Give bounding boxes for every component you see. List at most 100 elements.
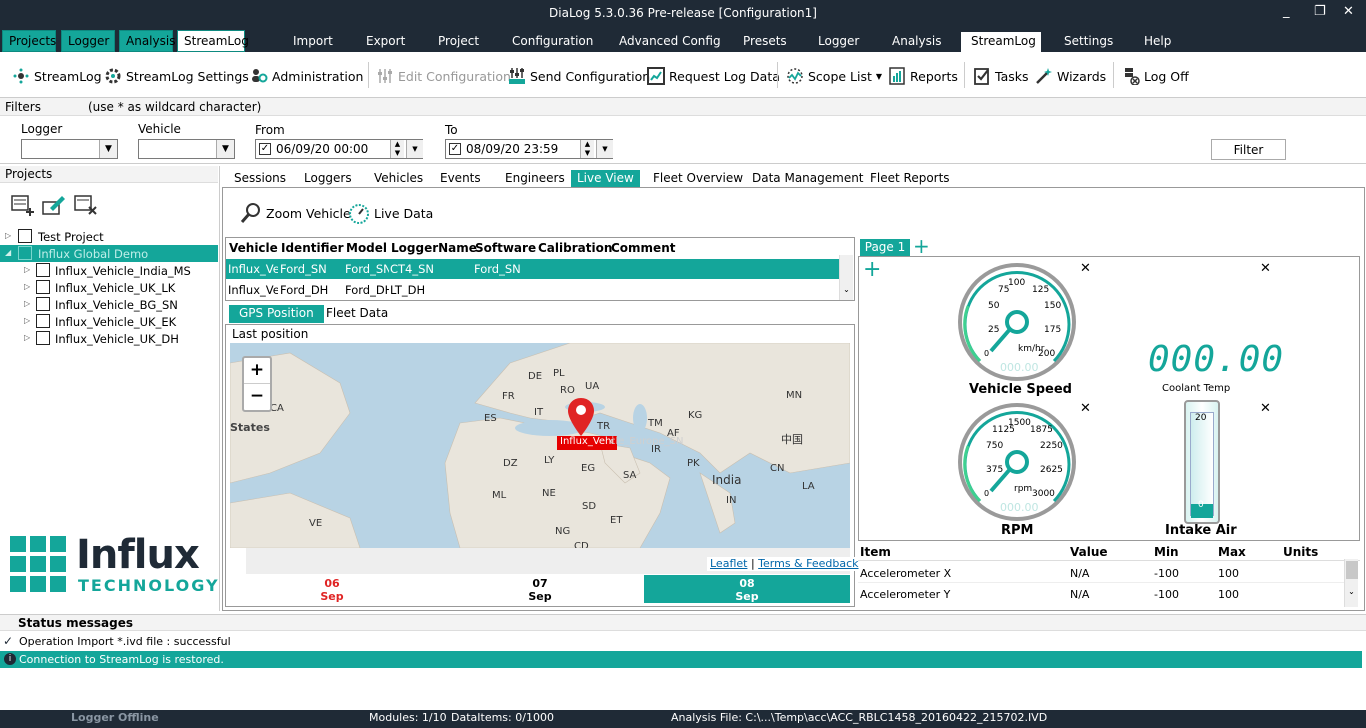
col-min[interactable]: Min	[1154, 545, 1179, 559]
date-button-07[interactable]: 07 Sep	[436, 575, 644, 603]
col-units[interactable]: Units	[1283, 545, 1318, 559]
edit-project-icon[interactable]	[42, 194, 66, 216]
maximize-button[interactable]: ❐	[1314, 4, 1326, 19]
quick-tab-streamlog[interactable]: StreamLog	[177, 30, 249, 52]
tab-fleet-data[interactable]: Fleet Data	[316, 305, 398, 323]
menu-tab-settings[interactable]: Settings	[1054, 32, 1123, 52]
streamlog-button[interactable]: StreamLog	[12, 66, 102, 86]
tree-vehicle-bg-sn[interactable]: ▷ Influx_Vehicle_BG_SN	[0, 296, 218, 313]
scrollbar-thumb[interactable]	[1346, 561, 1358, 579]
to-spinner[interactable]: ▲ ▼	[580, 140, 594, 158]
quick-tab-analysis[interactable]: Analysis	[119, 30, 175, 52]
scope-list-button[interactable]: Scope List ▼	[786, 66, 882, 86]
tasks-button[interactable]: Tasks	[973, 66, 1029, 86]
close-gauge-icon[interactable]: ✕	[1260, 401, 1271, 416]
from-date-picker[interactable]: ✓ 06/09/20 00:00 ▲ ▼ ▼	[255, 139, 423, 159]
to-date-picker[interactable]: ✓ 08/09/20 23:59 ▲ ▼ ▼	[445, 139, 613, 159]
tab-engineers[interactable]: Engineers	[499, 170, 571, 187]
expand-triangle-icon[interactable]: ▷	[24, 299, 30, 308]
quick-tab-projects[interactable]: Projects	[2, 30, 56, 52]
col-loggername[interactable]: LoggerName	[391, 238, 477, 259]
tab-events[interactable]: Events	[434, 170, 487, 187]
streamlog-settings-button[interactable]: StreamLog Settings	[104, 66, 249, 86]
collapse-triangle-icon[interactable]: ◢	[5, 248, 11, 257]
col-item[interactable]: Item	[860, 545, 891, 559]
to-enable-checkbox[interactable]: ✓	[449, 143, 461, 155]
menu-tab-export[interactable]: Export	[356, 32, 415, 52]
from-spinner[interactable]: ▲ ▼	[390, 140, 404, 158]
tab-fleet-overview[interactable]: Fleet Overview	[647, 170, 749, 187]
map-marker-icon[interactable]	[568, 398, 594, 436]
close-gauge-icon[interactable]: ✕	[1080, 261, 1091, 276]
reports-button[interactable]: Reports	[888, 66, 958, 86]
items-scrollbar[interactable]: ⌄	[1344, 559, 1358, 607]
menu-tab-configuration[interactable]: Configuration	[502, 32, 603, 52]
tree-vehicle-uk-ek[interactable]: ▷ Influx_Vehicle_UK_EK	[0, 313, 218, 330]
tree-vehicle-uk-lk[interactable]: ▷ Influx_Vehicle_UK_LK	[0, 279, 218, 296]
add-gauge-icon[interactable]: +	[863, 257, 881, 282]
new-project-icon[interactable]	[11, 194, 35, 216]
tab-vehicles[interactable]: Vehicles	[368, 170, 429, 187]
col-identifier[interactable]: Identifier	[281, 238, 344, 259]
tab-page-1[interactable]: Page 1	[860, 239, 910, 256]
tree-vehicle-uk-dh[interactable]: ▷ Influx_Vehicle_UK_DH	[0, 330, 218, 347]
administration-button[interactable]: Administration	[250, 66, 363, 86]
send-configuration-button[interactable]: Send Configuration	[508, 66, 650, 86]
date-button-06[interactable]: 06 Sep	[228, 575, 436, 603]
edit-configuration-button[interactable]: Edit Configuration	[376, 66, 511, 86]
tab-loggers[interactable]: Loggers	[298, 170, 358, 187]
tree-project-influx-global-demo[interactable]: ◢ Influx Global Demo	[0, 245, 218, 262]
expand-triangle-icon[interactable]: ▷	[24, 333, 30, 342]
filter-button[interactable]: Filter	[1211, 139, 1286, 160]
request-log-data-button[interactable]: Request Log Data	[647, 66, 780, 86]
close-gauge-icon[interactable]: ✕	[1080, 401, 1091, 416]
zoom-vehicle-button[interactable]: Zoom Vehicle	[240, 203, 351, 223]
minimize-button[interactable]: _	[1283, 4, 1290, 19]
terms-link[interactable]: Terms & Feedback	[758, 557, 858, 570]
chevron-down-icon[interactable]: ▼	[596, 140, 613, 158]
menu-tab-import[interactable]: Import	[283, 32, 343, 52]
expand-triangle-icon[interactable]: ▷	[24, 282, 30, 291]
tab-live-view[interactable]: Live View	[571, 170, 640, 187]
table-row[interactable]: Accelerometer Y N/A -100 100	[858, 584, 1344, 604]
expand-triangle-icon[interactable]: ▷	[24, 316, 30, 325]
col-max[interactable]: Max	[1218, 545, 1246, 559]
col-comment[interactable]: Comment	[611, 238, 675, 259]
tab-sessions[interactable]: Sessions	[228, 170, 292, 187]
col-model[interactable]: Model	[346, 238, 387, 259]
tab-gps-position[interactable]: GPS Position	[229, 305, 324, 323]
logger-filter-dropdown[interactable]: ▼	[21, 139, 118, 159]
table-row[interactable]: Accelerometer X N/A -100 100	[858, 563, 1344, 583]
map-view[interactable]: States FR DE PL UA ES IT TR MN DZ LY EG …	[230, 343, 850, 548]
col-software[interactable]: Software	[475, 238, 536, 259]
table-row[interactable]: Influx_Ve Ford_DH Ford_DH LT_DH	[226, 280, 839, 300]
chevron-down-icon[interactable]: ⌄	[1345, 587, 1358, 596]
col-value[interactable]: Value	[1070, 545, 1108, 559]
menu-tab-advanced-config[interactable]: Advanced Config	[609, 32, 731, 52]
quick-tab-logger[interactable]: Logger	[61, 30, 115, 52]
tree-project-test[interactable]: ▷ Test Project	[0, 228, 218, 245]
menu-tab-streamlog[interactable]: StreamLog	[961, 32, 1041, 52]
menu-tab-presets[interactable]: Presets	[733, 32, 797, 52]
log-off-button[interactable]: Log Off	[1122, 66, 1189, 86]
close-window-button[interactable]: ✕	[1343, 4, 1354, 19]
chevron-down-icon[interactable]: ▼	[406, 140, 423, 158]
expand-triangle-icon[interactable]: ▷	[5, 231, 11, 240]
tab-fleet-reports[interactable]: Fleet Reports	[864, 170, 956, 187]
wizards-button[interactable]: Wizards	[1035, 66, 1106, 86]
zoom-out-button[interactable]: −	[244, 384, 270, 410]
col-calibration[interactable]: Calibration	[538, 238, 612, 259]
tab-data-management[interactable]: Data Management	[746, 170, 870, 187]
menu-tab-project[interactable]: Project	[428, 32, 489, 52]
expand-triangle-icon[interactable]: ▷	[24, 265, 30, 274]
delete-project-icon[interactable]	[74, 194, 98, 216]
from-enable-checkbox[interactable]: ✓	[259, 143, 271, 155]
vehicle-filter-dropdown[interactable]: ▼	[138, 139, 235, 159]
menu-tab-analysis[interactable]: Analysis	[882, 32, 951, 52]
table-row[interactable]: Influx_Ve Ford_SN Ford_SN CT4_SN Ford_SN	[226, 259, 839, 279]
vehicles-scrollbar[interactable]: ⌄	[839, 255, 853, 300]
chevron-down-icon[interactable]: ⌄	[840, 285, 853, 294]
menu-tab-logger[interactable]: Logger	[808, 32, 869, 52]
menu-tab-help[interactable]: Help	[1134, 32, 1181, 52]
leaflet-link[interactable]: Leaflet	[710, 557, 747, 570]
